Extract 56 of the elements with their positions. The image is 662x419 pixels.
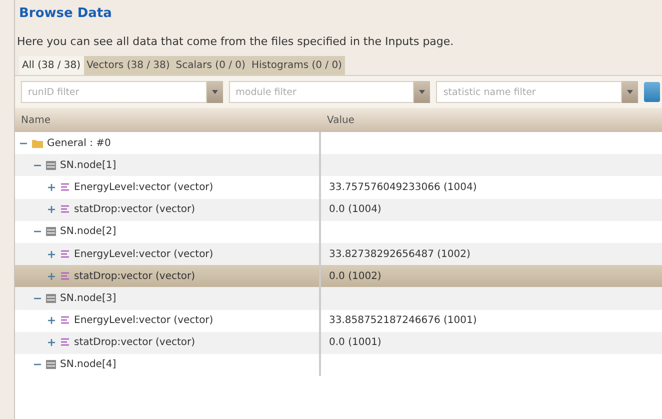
expand-icon[interactable] bbox=[47, 316, 56, 326]
vector-icon bbox=[60, 316, 70, 326]
tree-row[interactable]: SN.node[3] bbox=[15, 287, 662, 310]
page-title: Browse Data bbox=[18, 5, 113, 23]
module-icon bbox=[46, 294, 56, 303]
description-text: Here you can see all data that come from the files specified in the Inputs page. bbox=[16, 35, 455, 50]
module-icon bbox=[46, 360, 56, 370]
tree-row[interactable]: EnergyLevel:vector (vector) 33.82738292656487 (1002) bbox=[15, 242, 662, 266]
tree-row[interactable]: statDrop:vector (vector) 0.0 (1001) bbox=[15, 332, 662, 354]
node-label: statDrop:vector (vector) bbox=[74, 204, 196, 216]
value-text: 33.858752187246676 (1001) bbox=[329, 315, 477, 326]
tree-row[interactable]: statDrop:vector (vector) 0.0 (1002) bbox=[15, 265, 662, 288]
filter-field[interactable]: runID filter bbox=[21, 81, 207, 103]
vector-icon bbox=[60, 338, 70, 348]
vector-icon bbox=[60, 250, 70, 259]
node-label: SN.node[4] bbox=[60, 359, 116, 370]
value-text: 0.0 (1002) bbox=[329, 270, 382, 282]
tree-row[interactable]: SN.node[1] bbox=[15, 154, 662, 176]
filter-field[interactable]: module filter bbox=[228, 81, 414, 103]
node-label: SN.node[3] bbox=[60, 292, 116, 304]
value-text: 0.0 (1001) bbox=[329, 337, 382, 348]
expand-icon[interactable] bbox=[47, 272, 56, 281]
value-text: 0.0 (1004) bbox=[329, 204, 382, 216]
node-label: EnergyLevel:vector (vector) bbox=[74, 182, 214, 193]
column-header[interactable]: Value bbox=[321, 114, 662, 126]
node-label: statDrop:vector (vector) bbox=[74, 270, 196, 282]
node-label: SN.node[2] bbox=[60, 226, 116, 238]
tab[interactable]: Histograms (0 / 0) bbox=[248, 56, 345, 75]
tab[interactable]: Vectors (38 / 38) bbox=[84, 56, 173, 75]
node-label: EnergyLevel:vector (vector) bbox=[74, 315, 214, 326]
node-label: SN.node[1] bbox=[60, 160, 116, 171]
vector-icon bbox=[60, 205, 70, 214]
expand-icon[interactable] bbox=[47, 205, 56, 214]
vector-icon bbox=[60, 272, 70, 281]
node-label: statDrop:vector (vector) bbox=[74, 337, 196, 348]
tab[interactable]: Scalars (0 / 0) bbox=[172, 56, 248, 75]
apply-filter-button[interactable] bbox=[644, 82, 660, 102]
dropdown-arrow-icon[interactable] bbox=[627, 90, 634, 94]
expand-icon[interactable] bbox=[47, 182, 56, 192]
tab[interactable]: All (38 / 38) bbox=[19, 56, 84, 75]
module-icon bbox=[46, 227, 56, 236]
folder-icon bbox=[32, 138, 43, 148]
node-label: EnergyLevel:vector (vector) bbox=[74, 248, 214, 260]
value-text: 33.82738292656487 (1002) bbox=[329, 248, 470, 260]
module-icon bbox=[46, 160, 56, 170]
dropdown-arrow-icon[interactable] bbox=[212, 90, 218, 94]
expand-icon[interactable] bbox=[47, 250, 56, 259]
tree-row[interactable]: SN.node[4] bbox=[15, 354, 662, 376]
column-header[interactable]: Name bbox=[15, 114, 321, 126]
expand-icon[interactable] bbox=[47, 338, 56, 348]
value-text: 33.757576049233066 (1004) bbox=[329, 182, 477, 193]
tree-row[interactable]: statDrop:vector (vector) 0.0 (1004) bbox=[15, 198, 662, 221]
node-label: General : #0 bbox=[47, 138, 111, 149]
dropdown-arrow-icon[interactable] bbox=[419, 90, 426, 94]
vector-icon bbox=[60, 182, 70, 192]
filter-field[interactable]: statistic name filter bbox=[436, 81, 622, 103]
